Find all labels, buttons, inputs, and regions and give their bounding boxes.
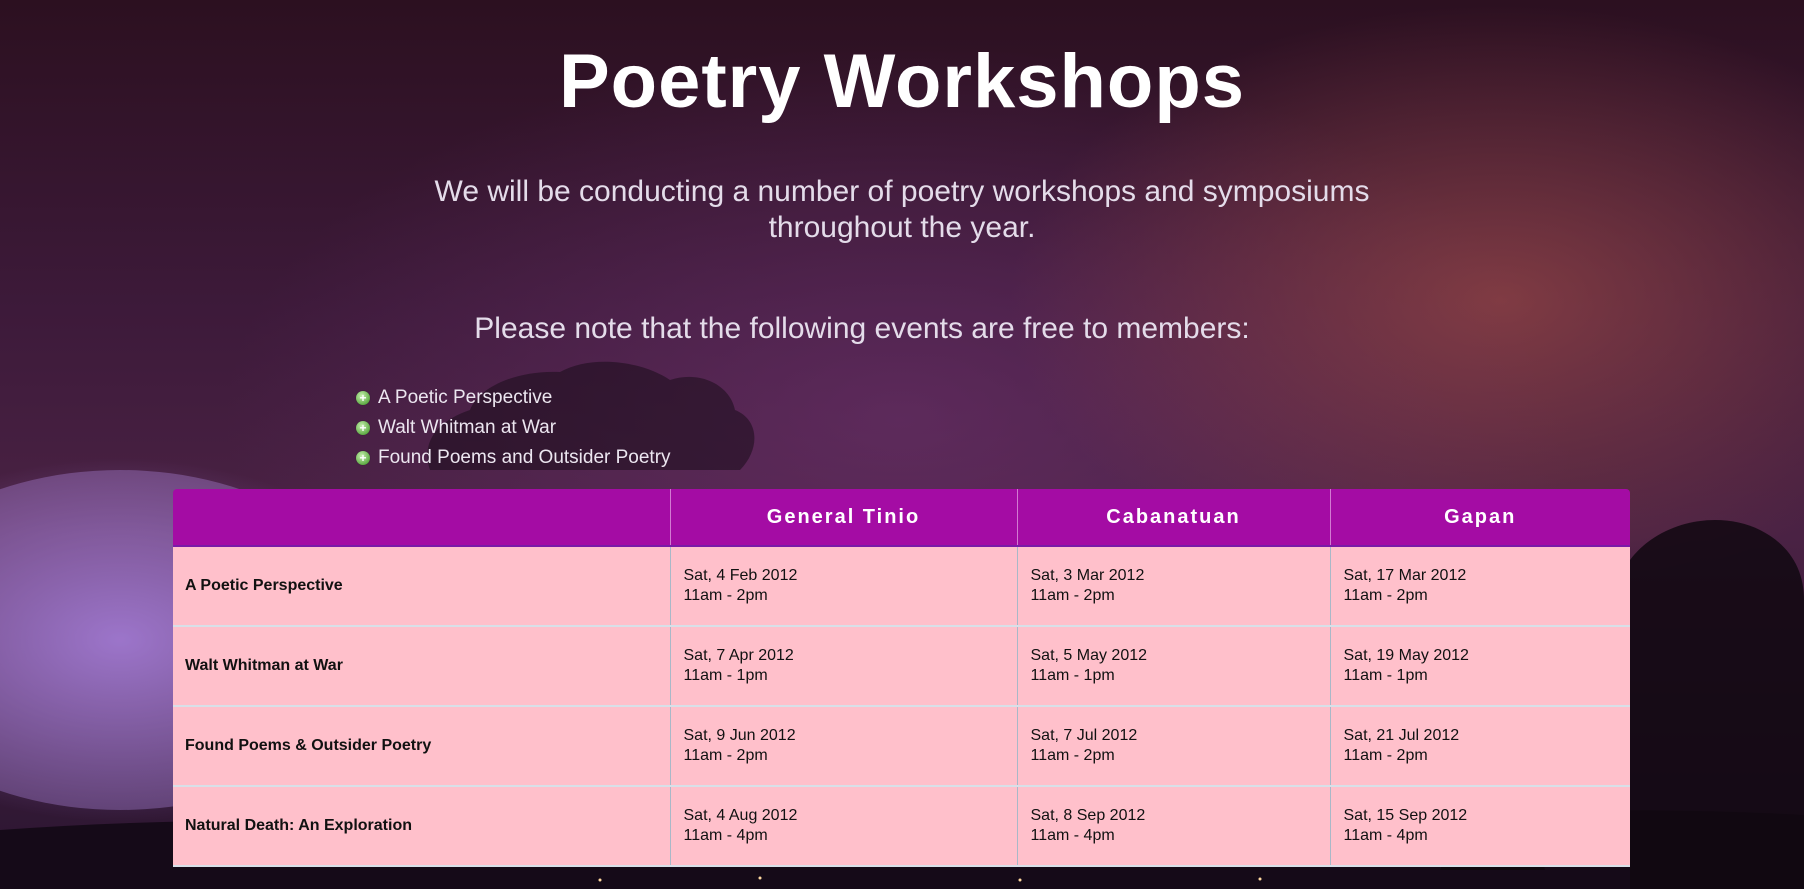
session-cell: Sat, 3 Mar 2012 11am - 2pm [1017,546,1331,627]
workshop-schedule-table: General Tinio Cabanatuan Gapan A Poetic … [173,489,1630,867]
session-time: 11am - 4pm [683,827,768,844]
table-header-row: General Tinio Cabanatuan Gapan [173,489,1630,547]
session-date: Sat, 21 Jul 2012 [1343,727,1460,744]
free-events-list: + A Poetic Perspective + Walt Whitman at… [356,383,671,473]
session-cell: Sat, 19 May 2012 11am - 1pm [1330,626,1630,707]
session-time: 11am - 2pm [683,747,768,764]
members-note: Please note that the following events ar… [474,312,1250,345]
session-time: 11am - 1pm [1030,667,1115,684]
session-time: 11am - 1pm [683,667,768,684]
column-header-cabanatuan: Cabanatuan [1017,489,1331,547]
session-cell: Sat, 4 Aug 2012 11am - 4pm [670,786,1018,867]
session-date: Sat, 17 Mar 2012 [1343,567,1467,584]
plus-circle-icon: + [356,391,370,405]
session-date: Sat, 19 May 2012 [1343,647,1469,664]
session-cell: Sat, 8 Sep 2012 11am - 4pm [1017,786,1331,867]
session-cell: Sat, 7 Jul 2012 11am - 2pm [1017,706,1331,787]
intro-text: We will be conducting a number of poetry… [434,175,1370,244]
event-name-cell: Walt Whitman at War [173,626,671,707]
session-time: 11am - 1pm [1343,667,1428,684]
session-date: Sat, 5 May 2012 [1030,647,1148,664]
list-item: + A Poetic Perspective [356,383,671,413]
session-date: Sat, 9 Jun 2012 [683,727,796,744]
list-item: + Walt Whitman at War [356,413,671,443]
event-name-cell: A Poetic Perspective [173,546,671,627]
session-time: 11am - 4pm [1030,827,1115,844]
session-time: 11am - 2pm [683,587,768,604]
table-row: Walt Whitman at War Sat, 7 Apr 2012 11am … [173,626,1630,707]
column-header-general-tinio: General Tinio [670,489,1018,547]
session-date: Sat, 4 Aug 2012 [683,807,798,824]
session-cell: Sat, 4 Feb 2012 11am - 2pm [670,546,1018,627]
session-date: Sat, 15 Sep 2012 [1343,807,1468,824]
table-row: A Poetic Perspective Sat, 4 Feb 2012 11am… [173,546,1630,627]
list-item-label: Walt Whitman at War [378,417,557,438]
session-date: Sat, 7 Jul 2012 [1030,727,1138,744]
list-item-label: Found Poems and Outsider Poetry [378,447,671,468]
event-name-cell: Natural Death: An Exploration [173,786,671,867]
plus-circle-icon: + [356,451,370,465]
session-cell: Sat, 5 May 2012 11am - 1pm [1017,626,1331,707]
session-time: 11am - 2pm [1343,747,1428,764]
session-cell: Sat, 15 Sep 2012 11am - 4pm [1330,786,1630,867]
session-time: 11am - 2pm [1030,747,1115,764]
session-date: Sat, 3 Mar 2012 [1030,567,1145,584]
session-date: Sat, 8 Sep 2012 [1030,807,1146,824]
session-cell: Sat, 17 Mar 2012 11am - 2pm [1330,546,1630,627]
column-header-event [173,489,671,547]
list-item: + Found Poems and Outsider Poetry [356,443,671,473]
session-time: 11am - 2pm [1030,587,1115,604]
table-row: Found Poems & Outsider Poetry Sat, 9 Jun… [173,706,1630,787]
session-cell: Sat, 21 Jul 2012 11am - 2pm [1330,706,1630,787]
session-time: 11am - 2pm [1343,587,1428,604]
session-cell: Sat, 7 Apr 2012 11am - 1pm [670,626,1018,707]
session-date: Sat, 7 Apr 2012 [683,647,794,664]
session-time: 11am - 4pm [1343,827,1428,844]
session-date: Sat, 4 Feb 2012 [683,567,798,584]
session-cell: Sat, 9 Jun 2012 11am - 2pm [670,706,1018,787]
page-title: Poetry Workshops [558,39,1246,124]
plus-circle-icon: + [356,421,370,435]
table-row: Natural Death: An Exploration Sat, 4 Aug… [173,786,1630,867]
column-header-gapan: Gapan [1330,489,1630,547]
list-item-label: A Poetic Perspective [378,387,553,408]
event-name-cell: Found Poems & Outsider Poetry [173,706,671,787]
